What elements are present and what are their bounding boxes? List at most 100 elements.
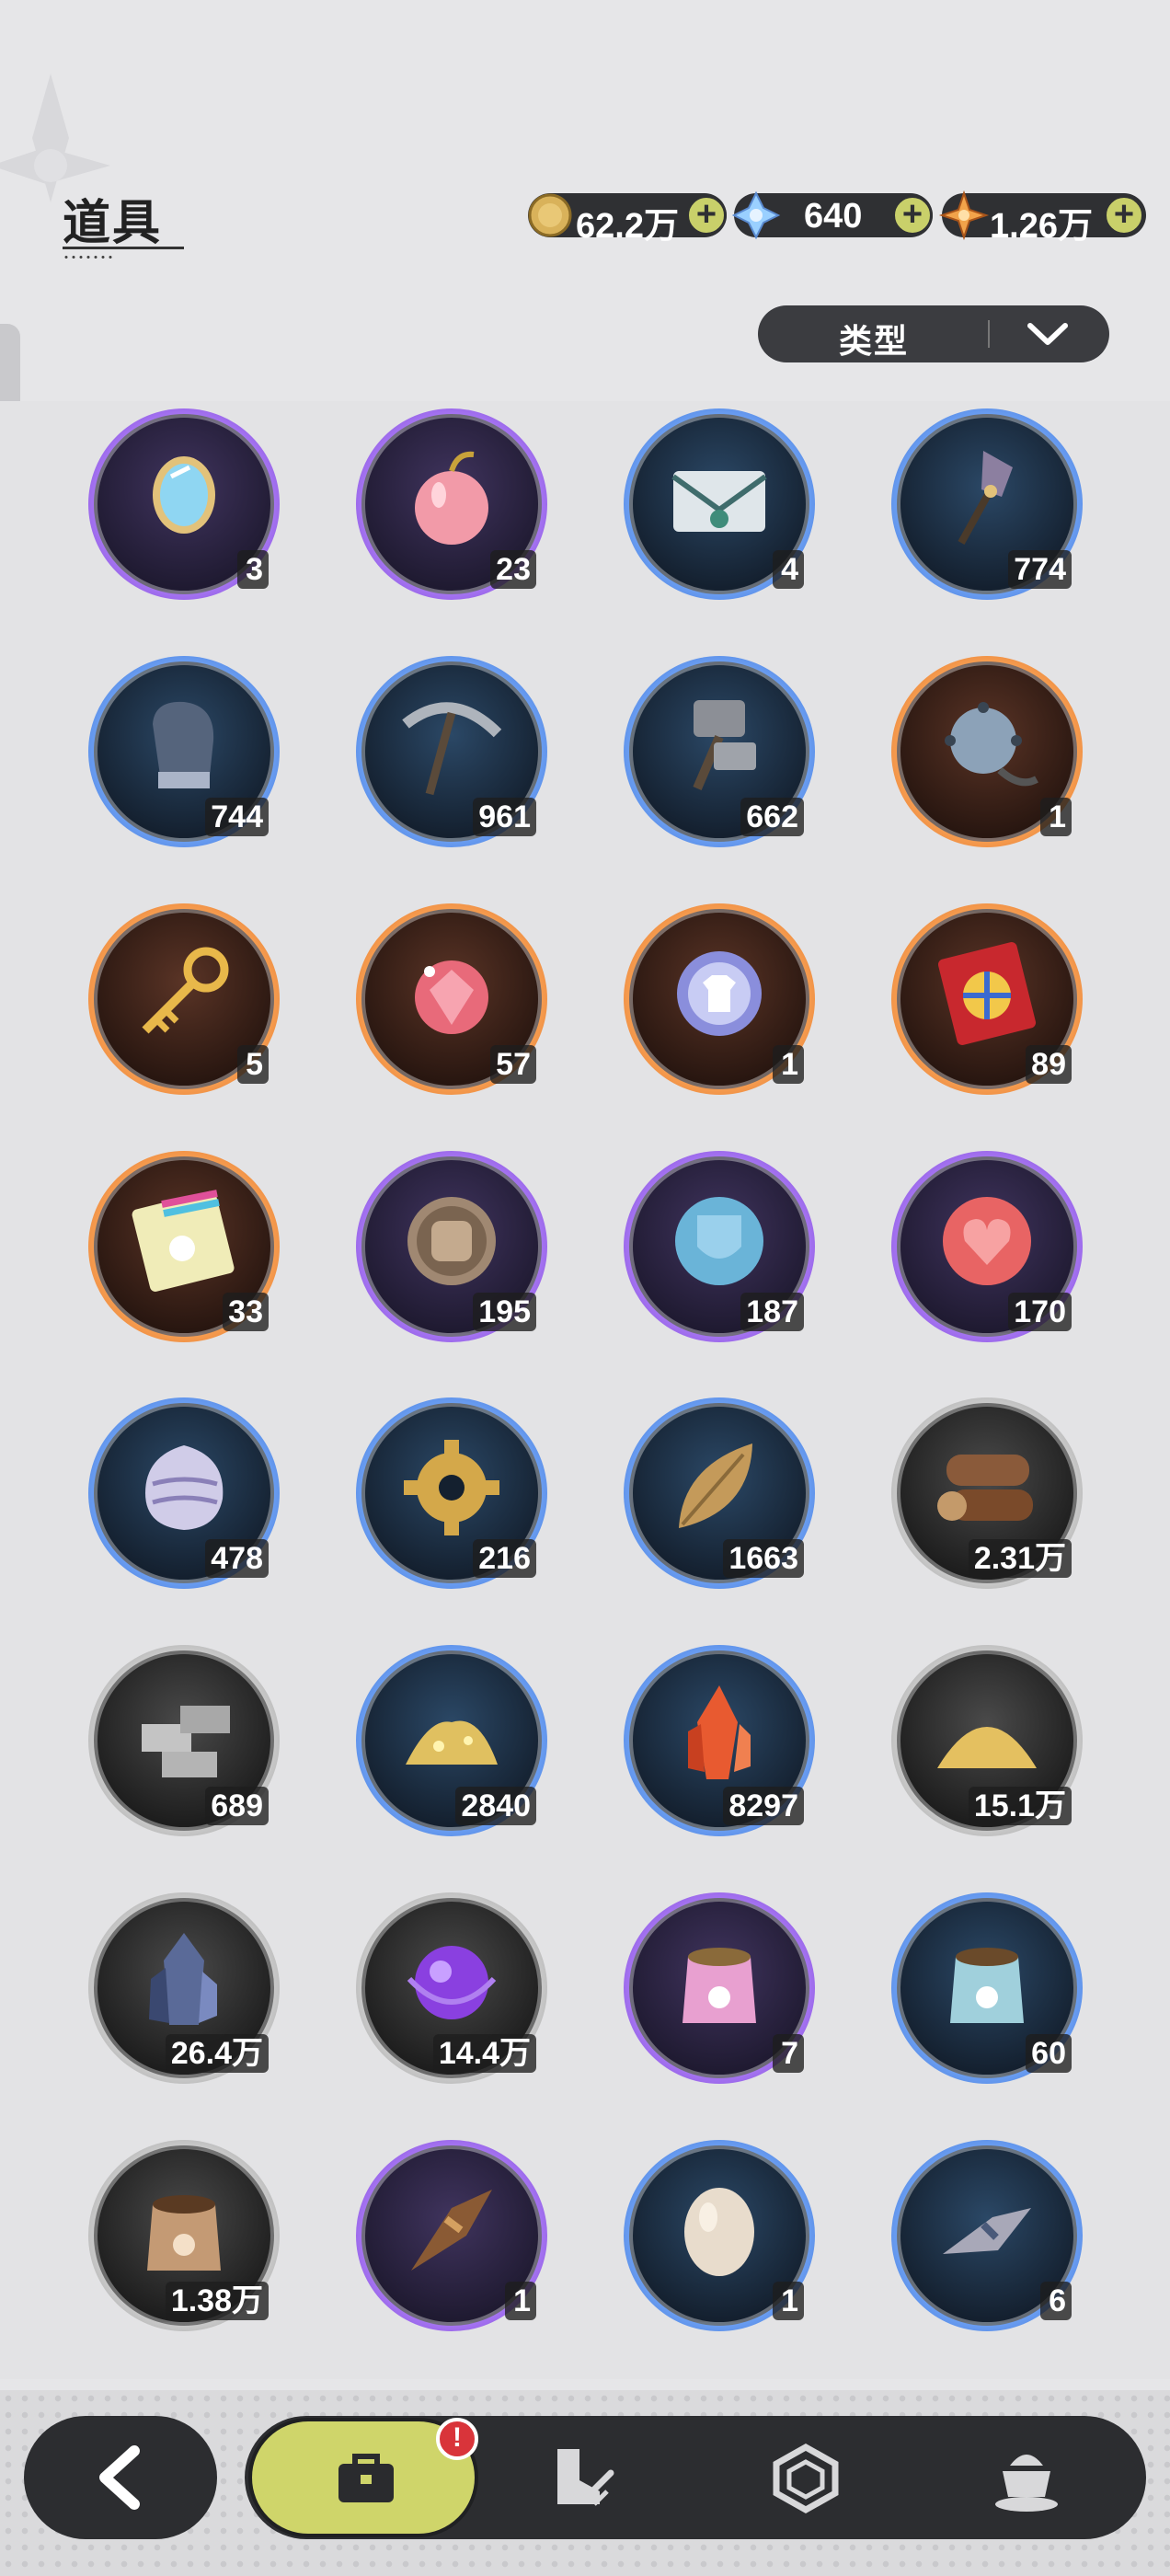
gold-add-button[interactable]: + [686,195,727,236]
apple-icon [415,451,488,545]
gold-coin-icon [528,193,572,237]
inventory-item-brown-broom[interactable]: 1 [356,2140,547,2331]
blue-pet-food-icon [950,1948,1024,2023]
title-underline [63,247,184,249]
hammer-icon [693,700,756,790]
item-quantity: 1.38万 [165,2282,269,2320]
outfit-coin-icon [677,951,762,1036]
golden-key-icon [142,947,229,1034]
item-quantity: 33 [223,1293,269,1331]
inventory-item-crystal-apple[interactable]: 57 [356,903,547,1095]
shovel-icon [958,451,1013,545]
inventory-item-outfit-coin[interactable]: 1 [624,903,815,1095]
wheel-ticket-icon [937,942,1037,1045]
item-quantity: 2.31万 [968,1539,1072,1578]
inventory-item-stone-bricks[interactable]: 689 [88,1645,280,1836]
item-quantity: 8297 [723,1787,804,1825]
filter-label: 类型 [839,322,910,360]
heart-coin-icon [943,1197,1031,1285]
bag-icon [338,2454,394,2502]
pudding-icon[interactable] [990,2444,1063,2515]
purple-orb-icon [407,1946,497,2019]
stone-bricks-icon [142,1706,230,1777]
scale-egg-icon [145,1445,224,1530]
item-quantity: 1663 [723,1539,804,1578]
inventory-item-golden-key[interactable]: 5 [88,903,280,1095]
item-quantity: 744 [205,798,269,836]
item-quantity: 3 [237,550,269,589]
glove-icon [153,701,214,788]
notification-badge: ! [436,2418,478,2460]
type-filter-dropdown[interactable]: 类型 [758,305,1109,362]
item-quantity: 89 [1026,1045,1072,1084]
brown-pet-food-icon [147,2195,221,2271]
item-quantity: 1 [505,2282,536,2320]
inventory-item-envelope[interactable]: 4 [624,408,815,600]
crystal-apple-icon [415,960,488,1034]
hexagon-icon[interactable] [771,2444,841,2513]
mirror-icon [153,456,215,534]
inventory-item-hammer[interactable]: 662 [624,656,815,847]
inventory-item-heart-coin[interactable]: 170 [891,1151,1083,1342]
item-quantity: 478 [205,1539,269,1578]
currency-gold: 62.2万 + [528,193,727,246]
item-quantity: 662 [740,798,804,836]
back-button[interactable] [24,2416,217,2539]
star-add-button[interactable]: + [1104,195,1144,236]
inventory-item-gold-ore[interactable]: 2840 [356,1645,547,1836]
inventory-item-gray-broom[interactable]: 6 [891,2140,1083,2331]
gold-ore-icon [406,1720,498,1765]
item-quantity: 1 [1040,798,1072,836]
currency-star: 1.26万 + [938,190,1146,246]
item-quantity: 14.4万 [432,2034,536,2073]
inventory-item-purple-orb[interactable]: 14.4万 [356,1892,547,2084]
inventory-item-scale-egg[interactable]: 478 [88,1397,280,1589]
item-quantity: 170 [1008,1293,1072,1331]
crystal-gem-icon [731,190,781,240]
inventory-item-wheel-ticket[interactable]: 89 [891,903,1083,1095]
page-title: 道具 [63,197,163,250]
egg-icon [684,2188,754,2276]
inventory-item-blue-pet-food[interactable]: 60 [891,1892,1083,2084]
inventory-item-fire-crystal[interactable]: 8297 [624,1645,815,1836]
logs-icon [937,1455,1033,1521]
brown-broom-icon [411,2190,492,2271]
item-quantity: 195 [473,1293,536,1331]
envelope-icon [671,471,767,532]
inventory-item-shovel[interactable]: 774 [891,408,1083,600]
inventory-item-apple[interactable]: 23 [356,408,547,600]
inventory-item-egg[interactable]: 1 [624,2140,815,2331]
item-quantity: 1 [773,2282,804,2320]
item-quantity: 6 [1040,2282,1072,2320]
item-quantity: 7 [773,2034,804,2073]
filter-divider [988,320,990,348]
crystal-add-button[interactable]: + [892,195,933,236]
item-quantity: 60 [1026,2034,1072,2073]
inventory-item-shield-coin[interactable]: 187 [624,1151,815,1342]
item-quantity: 15.1万 [968,1787,1072,1825]
item-quantity: 2840 [455,1787,536,1825]
currency-crystal: 640 + [731,190,933,240]
pickaxe-icon [402,702,502,796]
inventory-item-dark-crystal[interactable]: 26.4万 [88,1892,280,2084]
inventory-item-logs[interactable]: 2.31万 [891,1397,1083,1589]
inventory-item-brown-pet-food[interactable]: 1.38万 [88,2140,280,2331]
item-quantity: 216 [473,1539,536,1578]
inventory-item-gear[interactable]: 216 [356,1397,547,1589]
spiked-ball-icon [945,702,1038,787]
inventory-item-glove[interactable]: 744 [88,656,280,847]
inventory-item-sand-pile[interactable]: 15.1万 [891,1645,1083,1836]
sand-pile-icon [937,1727,1037,1768]
shield-coin-icon [675,1197,763,1285]
inventory-item-spiked-ball[interactable]: 1 [891,656,1083,847]
star-shard-icon [938,190,990,241]
item-quantity: 5 [237,1045,269,1084]
inventory-item-fist-coin[interactable]: 195 [356,1151,547,1342]
inventory-item-pink-pet-food[interactable]: 7 [624,1892,815,2084]
item-quantity: 774 [1008,550,1072,589]
inventory-item-pickaxe[interactable]: 961 [356,656,547,847]
inventory-item-rainbow-ticket[interactable]: 33 [88,1151,280,1342]
inventory-item-leaf[interactable]: 1663 [624,1397,815,1589]
boot-sword-icon[interactable] [543,2444,616,2515]
inventory-item-mirror[interactable]: 3 [88,408,280,600]
